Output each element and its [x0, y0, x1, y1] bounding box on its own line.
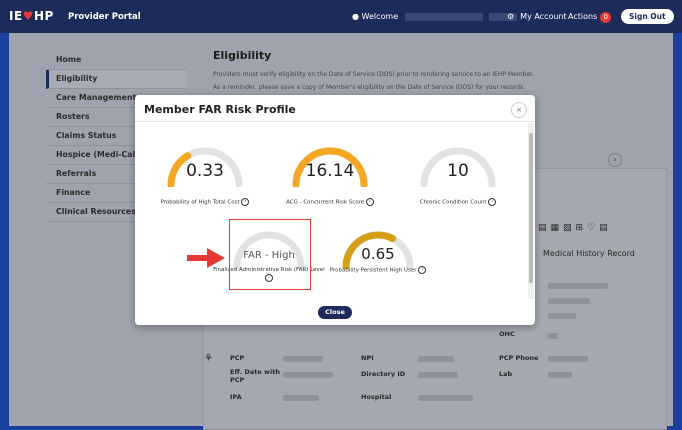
welcome-message: ● Welcome [352, 12, 517, 21]
gauge-acg-concurrent-risk: 16.14 [290, 137, 370, 187]
lab-value-redacted [548, 372, 572, 378]
card-icon[interactable]: ▤ [599, 223, 612, 233]
info-icon[interactable]: i [488, 198, 497, 206]
gauge-chronic-condition-count: 10 [418, 137, 498, 187]
actions-menu[interactable]: Actions 0 [568, 12, 612, 23]
info-icon[interactable]: i [418, 266, 427, 274]
top-navigation-bar: IE♥HP Provider Portal ● Welcome ⚙ My Acco… [0, 0, 682, 33]
ipa-value-redacted [283, 395, 319, 401]
gauge-label-acg-concurrent-risk: ACG - Concurrent Risk Score i [270, 198, 390, 207]
gauge-probability-high-cost: 0.33 [165, 137, 245, 187]
pcp-value-redacted [283, 356, 323, 362]
my-account-link[interactable]: ⚙ My Account [507, 12, 567, 21]
gauge-value: 10 [447, 161, 469, 181]
member-far-risk-profile-modal: Member FAR Risk Profile × 0.33 Probabili… [135, 95, 535, 325]
npi-value-redacted [418, 356, 454, 362]
gauge-label-text: Chronic Condition Count [419, 199, 487, 206]
page-title: Eligibility [213, 49, 272, 62]
gauge-probability-persistent-high-user: 0.65 [340, 225, 416, 269]
info-icon[interactable]: i [241, 198, 250, 206]
gauge-label-probability-high-cost: Probability of High Total Cost i [145, 198, 265, 207]
building-icon[interactable]: ▧ [563, 223, 576, 233]
clipboard-icon[interactable]: ▦ [551, 223, 564, 233]
gauge-label-text: Probability Persistent High User [329, 267, 417, 274]
medical-history-record-link[interactable]: Medical History Record [543, 249, 635, 258]
heart-icon: ♥ [22, 9, 34, 23]
stethoscope-icon: ⚘ [204, 353, 213, 364]
modal-header-divider [135, 121, 535, 122]
red-arrow-icon [187, 248, 225, 268]
modal-title: Member FAR Risk Profile [144, 103, 296, 116]
sidebar-item-home[interactable]: Home [46, 51, 186, 70]
user-name-redacted [404, 12, 483, 21]
ohc-value-redacted [548, 333, 558, 339]
eligibility-reminder: As a reminder, please save a copy of Mem… [213, 84, 526, 91]
my-account-label: My Account [520, 12, 567, 21]
close-button[interactable]: Close [318, 306, 352, 319]
eff-date-value-redacted [283, 372, 333, 378]
pcp-label: PCP [230, 354, 245, 362]
lab-label: Lab [499, 370, 513, 378]
detail-value-redacted-1 [548, 283, 608, 289]
pcp-phone-value-redacted [548, 356, 588, 362]
chevron-right-icon[interactable]: › [608, 153, 622, 167]
detail-value-redacted-2 [548, 298, 590, 304]
hospital-label: Hospital [361, 393, 392, 401]
info-icon[interactable]: i [365, 198, 374, 206]
gauge-label-text: ACG - Concurrent Risk Score [286, 199, 365, 206]
sidebar-item-eligibility[interactable]: Eligibility [46, 70, 186, 89]
gauge-label-text: Probability of High Total Cost [160, 199, 240, 206]
gauge-value: 0.33 [186, 161, 224, 181]
gauge-label-chronic-condition-count: Chronic Condition Count i [398, 198, 518, 207]
logo-text-prefix: IE [9, 9, 23, 23]
detail-value-redacted-3 [548, 313, 576, 319]
actions-label: Actions [568, 12, 598, 21]
close-icon[interactable]: × [511, 102, 527, 118]
modal-scrollbar[interactable] [528, 123, 534, 299]
npi-label: NPI [361, 354, 374, 362]
directory-id-label: Directory ID [361, 370, 406, 378]
actions-count-badge: 0 [600, 12, 612, 23]
eligibility-instructions: Providers must verify eligibility on the… [213, 71, 534, 78]
far-level-highlight-box [229, 219, 311, 290]
document-icon[interactable]: ▤ [538, 223, 551, 233]
welcome-label: Welcome [361, 12, 399, 21]
directory-id-value-redacted [418, 372, 458, 378]
eff-date-label: Eff. Date with PCP [230, 368, 280, 384]
sign-out-button[interactable]: Sign Out [621, 9, 674, 24]
gauge-value: 16.14 [305, 161, 355, 181]
logo-text-suffix: HP [33, 9, 54, 23]
user-icon: ● [352, 12, 359, 21]
pcp-phone-label: PCP Phone [499, 354, 539, 362]
iehp-logo[interactable]: IE♥HP [9, 9, 54, 23]
heart-outline-icon[interactable]: ♡ [587, 223, 599, 233]
gauge-value: 0.65 [361, 245, 395, 263]
scrollbar-thumb[interactable] [529, 133, 533, 283]
ipa-label: IPA [230, 393, 242, 401]
record-icons: ▤▦▧⊞♡▤ [538, 223, 612, 233]
hospital-value-redacted [418, 395, 473, 401]
portal-title: Provider Portal [68, 12, 141, 22]
gear-icon: ⚙ [507, 12, 515, 21]
gauge-label-probability-persistent-high-user: Probability Persistent High User i [318, 266, 438, 275]
plus-icon[interactable]: ⊞ [576, 223, 588, 233]
ohc-label: OHC [499, 330, 515, 338]
